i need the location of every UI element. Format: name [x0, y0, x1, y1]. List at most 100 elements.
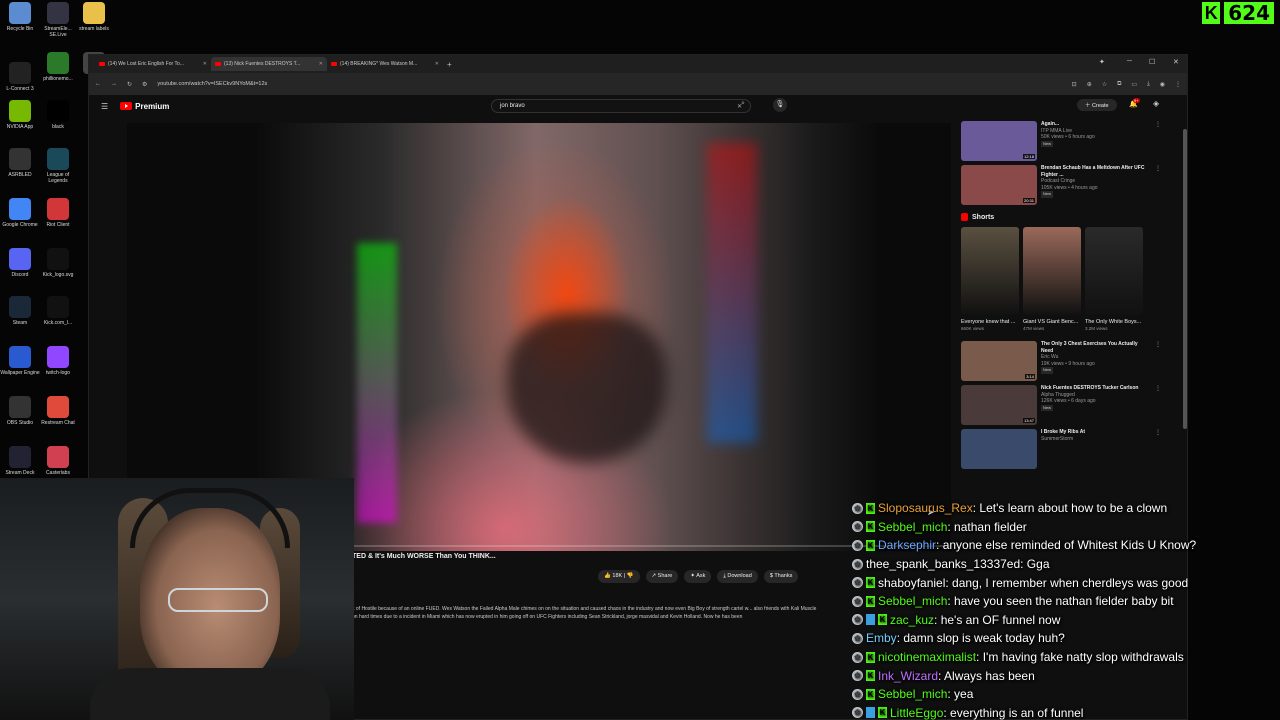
short-thumbnail[interactable] [961, 227, 1019, 315]
desktop-icon[interactable]: black [38, 100, 78, 130]
desktop-icon[interactable]: OBS Studio [0, 396, 40, 426]
scrollbar[interactable] [1183, 129, 1187, 429]
browser-tab[interactable]: (14) We Lost Eric English For To... ✕ [95, 57, 211, 71]
tab-close-icon[interactable]: ✕ [319, 61, 323, 67]
video-thumbnail[interactable]: 3:14 [961, 341, 1037, 381]
chat-username[interactable]: Darksephir [878, 538, 936, 552]
search-icon[interactable]: ⌕ [741, 100, 745, 108]
chat-message: ✿ K Sebbel_mich: yea [848, 685, 1280, 704]
desktop-icon[interactable]: Discord [0, 248, 40, 278]
recommended-video[interactable]: 12:18 Again... ITP MMA Live 50K views • 6 h… [961, 121, 1161, 161]
notifications-bell-icon[interactable]: 🔔 9+ [1129, 98, 1140, 108]
new-badge: New [1041, 140, 1054, 147]
bookmark-star-icon[interactable]: ☆ [1102, 81, 1107, 88]
chat-text: : nathan fielder [947, 519, 1027, 534]
browser-menu-icon[interactable]: ⋮ [1175, 81, 1181, 88]
video-thumbnail[interactable] [961, 429, 1037, 469]
url-input[interactable]: youtube.com/watch?v=ISECkv9NYoM&t=12s [157, 81, 267, 87]
chat-username[interactable]: Sebbel_mich [878, 520, 947, 534]
desktop-icon[interactable]: Stream Deck [0, 446, 40, 476]
browser-tab[interactable]: (14) BREAKING* Wes Watson M... ✕ [327, 57, 443, 71]
short-thumbnail[interactable] [1085, 227, 1143, 315]
recommended-video[interactable]: I Broke My Ribs At SummerStorm ⋮ [961, 429, 1161, 469]
more-options-icon[interactable]: ⋮ [1155, 165, 1161, 205]
new-badge: New [1041, 191, 1054, 198]
microphone-icon[interactable]: 🎙 [773, 98, 787, 112]
downloads-icon[interactable]: ⤓ [1147, 81, 1150, 88]
desktop-icon[interactable]: Google Chrome [0, 198, 40, 228]
short-item[interactable]: The Only White Boys... 3.2M views [1085, 227, 1145, 331]
desktop-icon[interactable]: Restream Chat [38, 396, 78, 426]
desktop-icon[interactable]: phillionemo... [38, 52, 78, 82]
short-item[interactable]: Everyone knew that ... 660K views [961, 227, 1021, 331]
close-window-button[interactable]: ✕ [1173, 58, 1179, 66]
recommended-video[interactable]: 13:47 Nick Fuentes DESTROYS Tucker Carlso… [961, 385, 1161, 425]
extensions-icon[interactable]: ⧉ [1117, 81, 1121, 88]
sidebar-icon[interactable]: ▭ [1131, 81, 1137, 88]
create-button[interactable]: ＋ Create [1077, 99, 1117, 111]
chat-username[interactable]: Ink_Wizard [878, 669, 938, 683]
desktop-icon[interactable]: League of Legends [38, 148, 78, 184]
desktop-icon[interactable]: Casterlabs [38, 446, 78, 476]
video-thumbnail[interactable]: 12:18 [961, 121, 1037, 161]
back-icon[interactable]: ← [95, 81, 101, 87]
minimize-button[interactable]: ─ [1127, 58, 1132, 65]
forward-icon[interactable]: → [111, 81, 117, 87]
short-thumbnail[interactable] [1023, 227, 1081, 315]
chat-username[interactable]: Emby [866, 631, 897, 645]
hamburger-menu-icon[interactable]: ☰ [101, 102, 108, 111]
restream-icon [47, 396, 69, 418]
desktop-icon[interactable]: stream labels [74, 2, 114, 32]
more-options-icon[interactable]: ⋮ [1155, 385, 1161, 425]
desktop-icon[interactable]: Kick_logo.svg [38, 248, 78, 278]
profile-icon[interactable]: ◉ [1160, 81, 1165, 88]
short-item[interactable]: Giant VS Giant Benc... 47M views [1023, 227, 1083, 331]
chat-username[interactable]: thee_spank_banks_13337ed [866, 557, 1020, 571]
new-tab-button[interactable]: + [447, 60, 452, 69]
tab-close-icon[interactable]: ✕ [203, 61, 207, 67]
desktop-icon[interactable]: L-Connect 3 [0, 62, 40, 92]
video-thumbnail[interactable]: 20:31 [961, 165, 1037, 205]
chat-username[interactable]: Sebbel_mich [878, 594, 947, 608]
desktop-icon[interactable]: ASRBLED [0, 148, 40, 178]
search-input[interactable]: jon bravo ✕ [491, 99, 751, 113]
more-options-icon[interactable]: ⋮ [1155, 341, 1161, 381]
youtube-logo[interactable]: Premium [120, 102, 169, 111]
chat-text: : everything is an of funnel [943, 705, 1084, 720]
ask-button[interactable]: ✦ Ask [684, 570, 712, 583]
extension-icon[interactable]: ✦ [1099, 58, 1105, 66]
desktop-icon[interactable]: Steam [0, 296, 40, 326]
desktop-icon[interactable]: Recycle Bin [0, 2, 40, 32]
desktop-icon[interactable]: Kick.com_l... [38, 296, 78, 326]
like-button[interactable]: 👍 18K | 👎 [598, 570, 640, 583]
chat-username[interactable]: shaboyfaniel [878, 576, 945, 590]
video-thumbnail[interactable]: 13:47 [961, 385, 1037, 425]
chat-username[interactable]: Sloposaurus_Rex [878, 501, 973, 515]
desktop-icon[interactable]: Riot Client [38, 198, 78, 228]
desktop-icon[interactable]: StreamEle... SE.Live [38, 2, 78, 38]
chat-username[interactable]: nicotinemaximalist [878, 650, 976, 664]
zoom-icon[interactable]: ⊕ [1087, 81, 1092, 88]
reload-icon[interactable]: ↻ [127, 81, 132, 88]
chat-username[interactable]: zac_kuz [890, 613, 934, 627]
thanks-button[interactable]: $ Thanks [763, 570, 799, 583]
share-button[interactable]: ↗ Share [645, 570, 679, 583]
recommended-video[interactable]: 20:31 Brendan Schaub Has a Meltdown After… [961, 165, 1161, 205]
more-options-icon[interactable]: ⋮ [1155, 429, 1161, 469]
desktop-icon[interactable]: twitch-logo [38, 346, 78, 376]
browser-tab-active[interactable]: (13) Nick Fuentes DESTROYS T... ✕ [211, 57, 327, 71]
video-stats: 105K views • 4 hours ago [1041, 184, 1098, 191]
tab-close-icon[interactable]: ✕ [435, 61, 439, 67]
site-info-icon[interactable]: ⚙ [142, 81, 147, 88]
recommended-video[interactable]: 3:14 The Only 3 Chest Exercises You Actua… [961, 341, 1161, 381]
account-avatar[interactable]: ◈ [1153, 99, 1159, 108]
desktop-icon[interactable]: Wallpaper Engine [0, 346, 40, 376]
chat-username[interactable]: LittleEggo [890, 706, 943, 720]
video-actions: 👍 18K | 👎 ↗ Share ✦ Ask ⤓ Download $ Tha… [598, 570, 799, 583]
more-options-icon[interactable]: ⋮ [1155, 121, 1161, 161]
maximize-button[interactable]: ☐ [1149, 58, 1155, 66]
download-button[interactable]: ⤓ Download [717, 570, 758, 583]
desktop-icon[interactable]: NVIDIA App [0, 100, 40, 130]
chat-username[interactable]: Sebbel_mich [878, 687, 947, 701]
install-icon[interactable]: ⊡ [1072, 81, 1077, 88]
